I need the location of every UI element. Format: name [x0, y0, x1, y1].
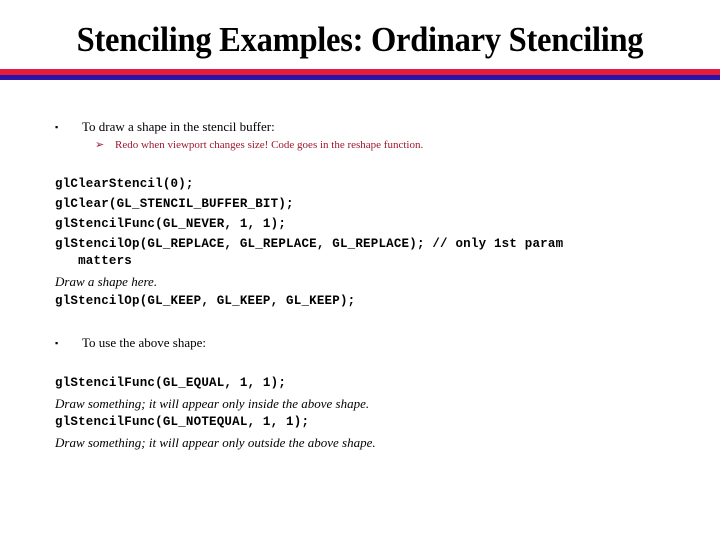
- code-line: glStencilFunc(GL_EQUAL, 1, 1);: [55, 376, 287, 390]
- slide-title: Stenciling Examples: Ordinary Stenciling: [76, 20, 644, 59]
- square-bullet-icon: ▪: [55, 122, 59, 132]
- code-line: glStencilFunc(GL_NEVER, 1, 1);: [55, 217, 287, 231]
- title-rule-blue: [0, 75, 720, 80]
- bullet-text: To use the above shape:: [82, 335, 206, 350]
- square-bullet-icon: ▪: [55, 338, 59, 348]
- code-line: glClearStencil(0);: [55, 177, 194, 191]
- code-note: Draw something; it will appear only insi…: [55, 396, 370, 411]
- code-line: glStencilFunc(GL_NOTEQUAL, 1, 1);: [55, 415, 310, 429]
- code-line: matters: [55, 254, 133, 268]
- sub-bullet-text: Redo when viewport changes size! Code go…: [115, 139, 424, 151]
- code-note: Draw a shape here.: [55, 274, 158, 289]
- code-line: glClear(GL_STENCIL_BUFFER_BIT);: [55, 197, 294, 211]
- bullet-text: To draw a shape in the stencil buffer:: [82, 119, 275, 134]
- code-line: glStencilOp(GL_KEEP, GL_KEEP, GL_KEEP);: [55, 294, 356, 308]
- code-note: Draw something; it will appear only outs…: [55, 435, 376, 450]
- arrow-bullet-icon: ➢: [95, 139, 105, 151]
